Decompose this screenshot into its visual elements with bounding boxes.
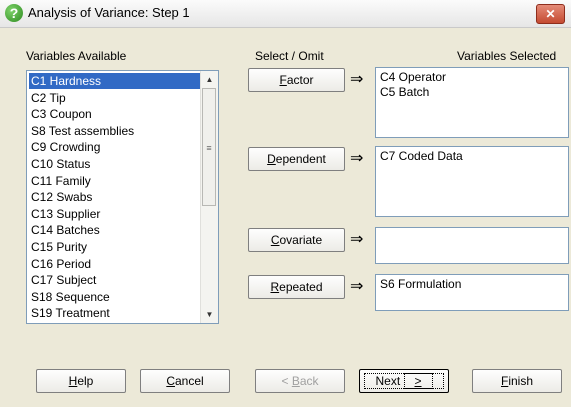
list-item[interactable]: C11 Family [29,173,93,189]
title-bar: ? Analysis of Variance: Step 1 ✕ [0,0,571,28]
list-item[interactable]: C7 Coded Data [380,149,564,164]
app-icon: ? [5,4,23,22]
list-item[interactable]: C13 Supplier [29,206,102,222]
move-right-arrow-icon: ⇒ [350,231,364,248]
back-button[interactable]: < Back [255,369,345,393]
scroll-down-icon[interactable]: ▼ [201,306,218,323]
move-right-arrow-icon: ⇒ [350,150,364,167]
list-scrollbar[interactable]: ▲ ≡ ▼ [200,71,218,323]
cancel-button[interactable]: Cancel [140,369,230,393]
variables-available-list[interactable]: C1 Hardness C2 Tip C3 Coupon S8 Test assemb… [26,70,219,324]
covariate-selected-list[interactable] [375,227,569,264]
move-right-arrow-icon: ⇒ [350,71,364,88]
scroll-thumb[interactable]: ≡ [202,88,216,206]
list-item[interactable]: C3 Coupon [29,106,94,122]
dialog-window: ? Analysis of Variance: Step 1 ✕ Variabl… [0,0,571,407]
variables-available-label: Variables Available [26,49,127,63]
window-title: Analysis of Variance: Step 1 [28,5,190,20]
list-item[interactable]: C10 Status [29,156,92,172]
factor-selected-list[interactable]: C4 Operator C5 Batch [375,67,569,138]
factor-button[interactable]: Factor [248,68,345,92]
list-item[interactable]: S19 Treatment [29,305,112,321]
list-item[interactable]: S8 Test assemblies [29,123,136,139]
dependent-selected-list[interactable]: C7 Coded Data [375,146,569,217]
finish-button[interactable]: Finish [472,369,562,393]
list-item[interactable]: C1 Hardness [29,73,201,89]
list-item[interactable]: C14 Batches [29,222,102,238]
select-omit-label: Select / Omit [255,49,324,63]
dependent-button[interactable]: Dependent [248,147,345,171]
list-item[interactable]: C5 Batch [380,85,564,100]
list-item[interactable]: S6 Formulation [380,277,564,292]
list-item[interactable]: C4 Operator [380,70,564,85]
variables-selected-label: Variables Selected [457,49,557,63]
covariate-button[interactable]: Covariate [248,228,345,252]
repeated-selected-list[interactable]: S6 Formulation [375,274,569,311]
list-item[interactable]: C17 Subject [29,272,98,288]
move-right-arrow-icon: ⇒ [350,278,364,295]
repeated-button[interactable]: Repeated [248,275,345,299]
list-item[interactable]: C12 Swabs [29,189,94,205]
scroll-up-icon[interactable]: ▲ [201,71,218,88]
list-item[interactable]: C16 Period [29,256,93,272]
list-item[interactable]: S18 Sequence [29,289,112,305]
close-button[interactable]: ✕ [536,4,565,24]
list-item[interactable]: C9 Crowding [29,139,102,155]
help-button[interactable]: Help [36,369,126,393]
next-button[interactable]: Next > [359,369,449,393]
list-item[interactable]: C15 Purity [29,239,89,255]
list-item[interactable]: C2 Tip [29,90,68,106]
